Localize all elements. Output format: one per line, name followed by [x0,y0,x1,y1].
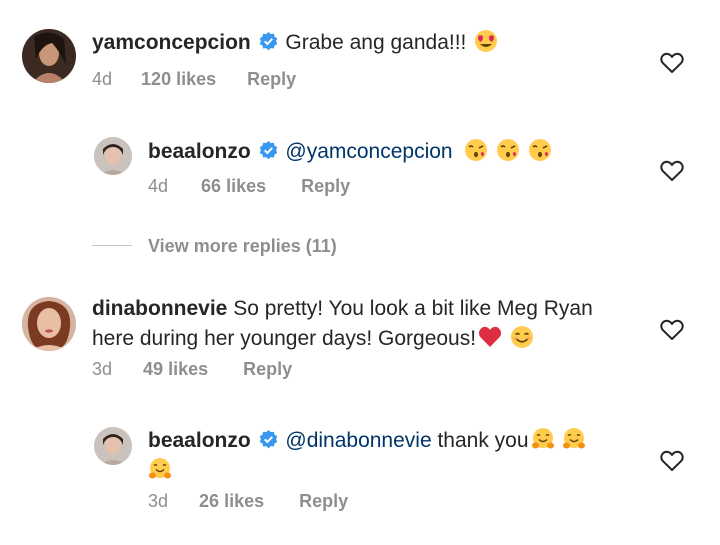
view-more-replies-label: View more replies (11) [148,236,337,256]
avatar-image [22,297,76,351]
mention-link[interactable]: @dinabonnevie [285,429,431,452]
hugging-emoji-icon [562,427,586,451]
hugging-emoji-icon [148,457,172,481]
avatar[interactable] [22,297,76,351]
comment-timestamp: 3d [148,491,169,511]
likes-count[interactable]: 120 likes [141,69,216,90]
reply-button[interactable]: Reply [243,359,292,380]
comment-text: thank you [431,429,529,452]
verified-badge-icon [259,141,278,160]
red-heart-emoji-icon [478,325,502,349]
hugging-emoji-icon [531,427,555,451]
comment-timestamp: 4d [92,69,113,89]
reply-button[interactable]: Reply [301,176,350,197]
avatar-image [94,427,132,465]
kiss-emoji-icon [496,138,520,162]
comment-username[interactable]: yamconcepcion [92,31,251,54]
avatar[interactable] [94,427,132,465]
likes-count[interactable]: 49 likes [143,359,208,380]
comment-username[interactable]: beaalonzo [148,140,251,163]
verified-badge-icon [259,430,278,449]
smiling-face-emoji-icon [510,325,534,349]
avatar[interactable] [22,29,76,83]
comment-text-line2: here during her younger days! Gorgeous! [92,327,477,350]
reply-button[interactable]: Reply [299,491,348,512]
avatar[interactable] [94,137,132,175]
divider-line [92,245,132,246]
comment-text: Grabe ang ganda!!! [285,31,467,54]
avatar-image [22,29,76,83]
reply-button[interactable]: Reply [247,69,296,90]
heart-eyes-emoji-icon [474,29,498,53]
comment-timestamp: 3d [92,359,113,379]
comment-username[interactable]: beaalonzo [148,429,251,452]
like-heart-icon[interactable] [660,52,684,74]
kiss-emoji-icon [528,138,552,162]
like-heart-icon[interactable] [660,319,684,341]
view-more-replies-button[interactable]: View more replies (11) [92,236,337,260]
likes-count[interactable]: 26 likes [199,491,264,512]
kiss-emoji-icon [464,138,488,162]
like-heart-icon[interactable] [660,450,684,472]
comment-text-line1: So pretty! You look a bit like Meg Ryan [233,297,593,320]
mention-link[interactable]: @yamconcepcion [285,140,452,163]
like-heart-icon[interactable] [660,160,684,182]
comment-timestamp: 4d [148,176,169,196]
verified-badge-icon [259,32,278,51]
likes-count[interactable]: 66 likes [201,176,266,197]
avatar-image [94,137,132,175]
comment-username[interactable]: dinabonnevie [92,297,227,320]
